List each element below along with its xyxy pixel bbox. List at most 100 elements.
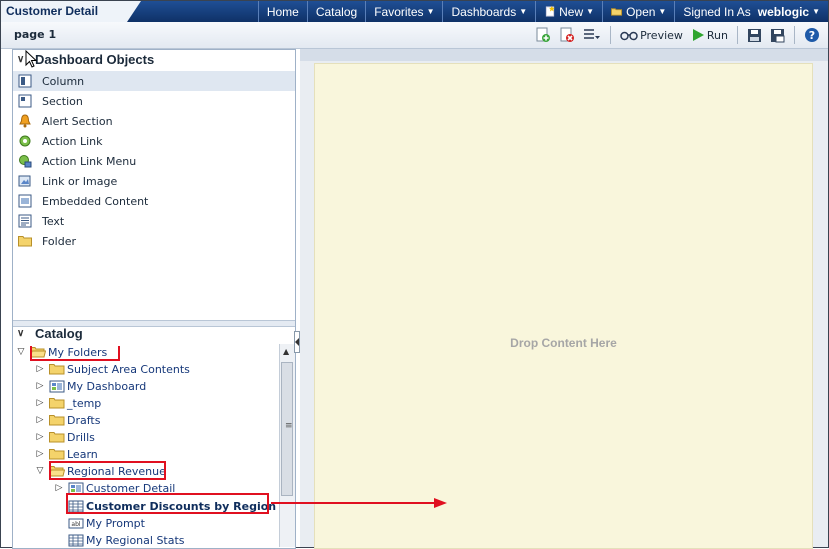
binoculars-icon xyxy=(620,31,638,41)
grip-icon: ≡ xyxy=(285,421,293,431)
run-label: Run xyxy=(706,28,728,42)
collapsed-triangle-icon[interactable]: ▷ xyxy=(54,483,64,493)
object-column[interactable]: Column xyxy=(13,71,295,91)
chevron-down-icon: ▼ xyxy=(586,7,595,16)
scroll-up-icon[interactable]: ▲ xyxy=(283,347,289,356)
preview-label: Preview xyxy=(640,28,683,42)
folder-icon xyxy=(49,414,65,426)
dashboard-icon xyxy=(49,380,65,393)
tree-item-subject-area-contents[interactable]: ▷ Subject Area Contents xyxy=(35,361,190,377)
top-navigation-bar: Customer Detail Home Catalog Favorites ▼ … xyxy=(1,1,828,23)
scrollbar-thumb[interactable]: ≡ xyxy=(281,362,293,496)
tree-item-temp[interactable]: ▷ _temp xyxy=(35,395,102,411)
chevron-down-icon: ▼ xyxy=(519,7,528,16)
save-as-icon xyxy=(771,28,785,42)
collapse-icon[interactable]: ∨ xyxy=(17,328,24,339)
delete-page-button[interactable] xyxy=(557,25,577,45)
layout-canvas: Drop Content Here xyxy=(300,49,828,549)
folder-icon xyxy=(49,397,65,409)
catalog-scrollbar[interactable]: ▲ ≡ xyxy=(279,344,295,547)
tree-item-my-prompt[interactable]: abl My Prompt xyxy=(68,515,145,531)
collapse-icon[interactable]: ∨ xyxy=(17,54,24,65)
object-label: Action Link Menu xyxy=(42,154,137,168)
collapsed-triangle-icon[interactable]: ▷ xyxy=(35,432,45,442)
collapsed-triangle-icon[interactable]: ▷ xyxy=(35,364,45,374)
toolbar-separator xyxy=(737,26,738,44)
object-label: Embedded Content xyxy=(42,194,149,208)
page-tab-label[interactable]: page 1 xyxy=(14,28,56,41)
preview-button[interactable]: Preview xyxy=(618,25,685,45)
help-icon: ? xyxy=(805,28,819,42)
object-embedded-content[interactable]: Embedded Content xyxy=(13,191,295,211)
action-link-menu-icon xyxy=(17,154,33,168)
tree-item-drafts[interactable]: ▷ Drafts xyxy=(35,412,101,428)
nav-catalog[interactable]: Catalog xyxy=(306,1,365,22)
nav-open[interactable]: Open ▼ xyxy=(602,1,674,22)
nav-dashboards-label: Dashboards xyxy=(451,4,517,19)
tree-item-drills[interactable]: ▷ Drills xyxy=(35,429,95,445)
new-document-icon xyxy=(546,6,555,17)
drop-zone[interactable]: Drop Content Here xyxy=(314,63,813,549)
action-link-icon xyxy=(17,134,33,148)
mouse-cursor-icon xyxy=(25,50,37,68)
object-label: Column xyxy=(42,74,85,88)
dashboard-objects-title: Dashboard Objects xyxy=(35,52,155,67)
add-page-button[interactable] xyxy=(533,25,553,45)
table-icon xyxy=(68,534,84,547)
page-toolbar: page 1 Preview Run ? xyxy=(1,22,828,49)
object-action-link[interactable]: Action Link xyxy=(13,131,295,151)
folder-icon xyxy=(49,363,65,375)
nav-new[interactable]: New ▼ xyxy=(535,1,602,22)
object-alert-section[interactable]: Alert Section xyxy=(13,111,295,131)
object-action-link-menu[interactable]: Action Link Menu xyxy=(13,151,295,171)
alert-bell-icon xyxy=(17,114,33,128)
nav-dashboards[interactable]: Dashboards ▼ xyxy=(442,1,535,22)
page-options-button[interactable] xyxy=(581,25,603,45)
collapsed-triangle-icon[interactable]: ▷ xyxy=(35,415,45,425)
page-title-tab: Customer Detail xyxy=(1,1,141,23)
highlight-box xyxy=(49,461,166,480)
tree-item-label: Drafts xyxy=(67,413,101,427)
object-text[interactable]: Text xyxy=(13,211,295,231)
global-nav: Home Catalog Favorites ▼ Dashboards ▼ New ▼… xyxy=(257,1,828,22)
object-section[interactable]: Section xyxy=(13,91,295,111)
signed-in-label: Signed In As xyxy=(683,4,751,19)
link-image-icon xyxy=(17,174,33,188)
save-button[interactable] xyxy=(745,25,764,45)
save-as-button[interactable] xyxy=(768,25,787,45)
expanded-triangle-icon[interactable]: ▽ xyxy=(35,466,45,476)
tree-item-my-regional-stats[interactable]: My Regional Stats xyxy=(68,532,185,548)
section-icon xyxy=(17,94,33,108)
folder-icon xyxy=(49,448,65,460)
canvas-header-strip xyxy=(300,49,828,61)
nav-catalog-label: Catalog xyxy=(315,4,358,19)
expanded-triangle-icon[interactable]: ▽ xyxy=(16,347,26,357)
run-button[interactable]: Run xyxy=(689,25,730,45)
tree-item-learn[interactable]: ▷ Learn xyxy=(35,446,98,462)
page-title: Customer Detail xyxy=(6,4,99,18)
tree-item-my-dashboard[interactable]: ▷ My Dashboard xyxy=(35,378,147,394)
collapsed-triangle-icon[interactable]: ▷ xyxy=(35,449,45,459)
help-button[interactable]: ? xyxy=(802,25,822,45)
svg-text:?: ? xyxy=(809,29,815,42)
object-label: Folder xyxy=(42,234,76,248)
nav-favorites-label: Favorites xyxy=(374,4,424,19)
list-options-icon xyxy=(584,29,601,39)
user-name: weblogic xyxy=(757,4,810,19)
object-link-or-image[interactable]: Link or Image xyxy=(13,171,295,191)
collapsed-triangle-icon[interactable]: ▷ xyxy=(35,398,45,408)
nav-favorites[interactable]: Favorites ▼ xyxy=(365,1,442,22)
tree-item-label: My Regional Stats xyxy=(86,533,185,547)
chevron-down-icon: ▼ xyxy=(426,7,435,16)
tree-item-label: Subject Area Contents xyxy=(67,362,190,376)
signed-in-menu[interactable]: Signed In As weblogic ▼ xyxy=(674,1,828,22)
dashboard-objects-header[interactable]: ∨ Dashboard Objects xyxy=(13,50,295,70)
object-folder[interactable]: Folder xyxy=(13,231,295,251)
nav-open-label: Open xyxy=(626,4,656,19)
nav-home[interactable]: Home xyxy=(257,1,307,22)
collapsed-triangle-icon[interactable]: ▷ xyxy=(35,381,45,391)
prompt-icon: abl xyxy=(68,517,84,530)
catalog-header[interactable]: ∨ Catalog xyxy=(13,324,295,344)
column-icon xyxy=(17,74,33,88)
add-page-icon xyxy=(536,27,551,42)
